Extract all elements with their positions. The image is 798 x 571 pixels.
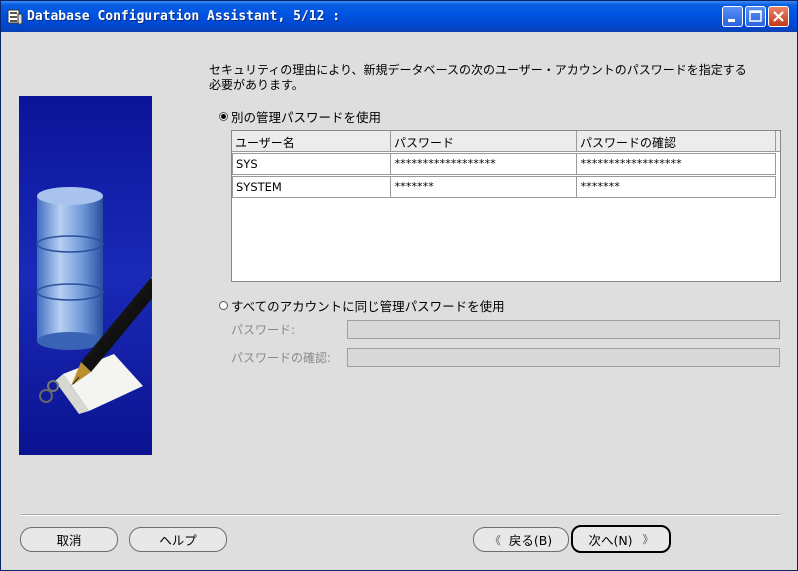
cell-confirm-password[interactable]: ******* (577, 176, 776, 198)
cell-password[interactable]: ******* (391, 176, 577, 198)
back-button-label: 戻る(B) (508, 533, 553, 548)
table-row: SYSTEM ******* ******* (232, 176, 780, 198)
confirm-password-field (347, 348, 780, 367)
radio-button-selected[interactable] (219, 112, 228, 121)
minimize-button[interactable] (722, 6, 743, 27)
back-arrow-icon: 《 (489, 533, 501, 547)
table-header: ユーザー名 パスワード パスワードの確認 (232, 131, 780, 152)
button-divider (21, 514, 781, 516)
app-icon (7, 9, 23, 25)
column-header-confirm[interactable]: パスワードの確認 (577, 131, 776, 151)
cell-password[interactable]: ****************** (391, 153, 577, 175)
back-button[interactable]: 《 戻る(B) (473, 527, 569, 552)
separate-password-label: 別の管理パスワードを使用 (231, 110, 382, 125)
password-label: パスワード: (231, 323, 296, 337)
column-header-user[interactable]: ユーザー名 (232, 131, 391, 151)
minimize-icon (728, 19, 735, 22)
close-icon (773, 11, 784, 22)
table-row: SYS ****************** *****************… (232, 153, 780, 175)
column-header-password[interactable]: パスワード (391, 131, 577, 151)
dbca-window: Database Configuration Assistant, 5/12 : (0, 0, 798, 571)
password-field (347, 320, 780, 339)
next-button-label: 次へ(N) (588, 532, 633, 548)
window-title: Database Configuration Assistant, 5/12 : (27, 9, 341, 24)
next-button[interactable]: 次へ(N) 》 (571, 525, 671, 553)
cell-confirm-password[interactable]: ****************** (577, 153, 776, 175)
accounts-table[interactable]: ユーザー名 パスワード パスワードの確認 SYS ***************… (231, 130, 781, 282)
title-bar[interactable]: Database Configuration Assistant, 5/12 : (1, 1, 797, 32)
next-arrow-icon: 》 (642, 533, 654, 546)
cancel-button[interactable]: 取消 (20, 527, 118, 552)
radio-button-unselected[interactable] (219, 301, 228, 310)
same-password-label: すべてのアカウントに同じ管理パスワードを使用 (231, 299, 505, 314)
maximize-button[interactable] (745, 6, 766, 27)
wizard-illustration (19, 96, 152, 455)
help-button-label: ヘルプ (159, 533, 197, 548)
close-button[interactable] (768, 6, 789, 27)
separate-password-option[interactable]: 別の管理パスワードを使用 (219, 107, 381, 126)
cell-user[interactable]: SYSTEM (232, 176, 391, 198)
maximize-icon (749, 10, 762, 22)
instruction-text: セキュリティの理由により、新規データベースの次のユーザー・アカウントのパスワード… (209, 63, 747, 92)
help-button[interactable]: ヘルプ (129, 527, 227, 552)
same-password-option[interactable]: すべてのアカウントに同じ管理パスワードを使用 (219, 296, 505, 315)
cancel-button-label: 取消 (56, 533, 82, 548)
confirm-password-label: パスワードの確認: (231, 351, 332, 365)
cell-user[interactable]: SYS (232, 153, 391, 175)
